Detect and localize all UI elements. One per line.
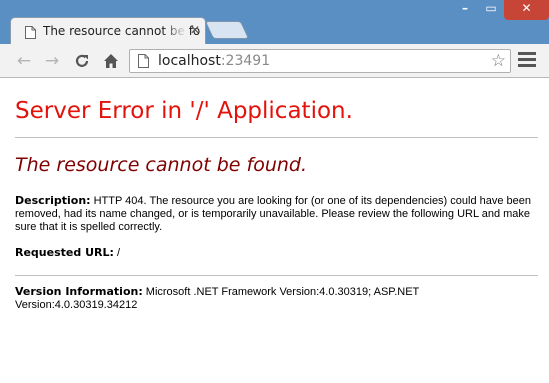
divider — [15, 275, 538, 276]
requested-url: Requested URL: / — [15, 246, 540, 260]
browser-tab[interactable]: The resource cannot be fo ✕ — [10, 17, 206, 44]
tab-close-icon[interactable]: ✕ — [190, 23, 200, 37]
requested-url-label: Requested URL: — [15, 246, 114, 259]
title-bar: The resource cannot be fo ✕ – ▭ ✕ — [0, 0, 549, 44]
url-host: localhost — [158, 53, 221, 69]
reload-icon — [75, 54, 89, 67]
bookmark-star-icon[interactable]: ☆ — [491, 51, 506, 71]
version-information: Version Information: Microsoft .NET Fram… — [15, 285, 540, 312]
url-text: localhost:23491 — [158, 53, 270, 69]
home-button[interactable] — [100, 51, 122, 71]
minimize-icon: – — [462, 1, 468, 15]
divider — [15, 137, 538, 138]
browser-window: The resource cannot be fo ✕ – ▭ ✕ ← → lo… — [0, 0, 549, 383]
description-label: Description: — [15, 194, 91, 207]
browser-toolbar: ← → localhost:23491 ☆ — [0, 44, 549, 78]
forward-button[interactable]: → — [41, 51, 63, 71]
page-icon — [25, 24, 36, 43]
home-icon — [104, 54, 118, 68]
close-window-button[interactable]: ✕ — [504, 0, 549, 20]
page-title: Server Error in '/' Application. — [15, 98, 353, 124]
address-bar[interactable]: localhost:23491 ☆ — [129, 49, 511, 73]
requested-url-value: / — [113, 247, 121, 259]
back-button[interactable]: ← — [13, 51, 35, 71]
error-subtitle: The resource cannot be found. — [15, 154, 308, 176]
version-label: Version Information: — [15, 285, 143, 298]
maximize-icon: ▭ — [485, 1, 497, 15]
description: Description: HTTP 404. The resource you … — [15, 194, 540, 234]
reload-button[interactable] — [71, 51, 93, 71]
page-icon — [138, 53, 149, 72]
url-port: :23491 — [220, 53, 271, 69]
page-content: Server Error in '/' Application. The res… — [0, 78, 549, 383]
minimize-button[interactable]: – — [452, 0, 478, 20]
description-text: HTTP 404. The resource you are looking f… — [15, 195, 532, 233]
menu-button[interactable] — [518, 52, 536, 70]
close-icon: ✕ — [521, 1, 532, 15]
new-tab-button[interactable] — [204, 21, 250, 39]
tab-title-fade — [163, 20, 187, 42]
maximize-button[interactable]: ▭ — [478, 0, 504, 20]
